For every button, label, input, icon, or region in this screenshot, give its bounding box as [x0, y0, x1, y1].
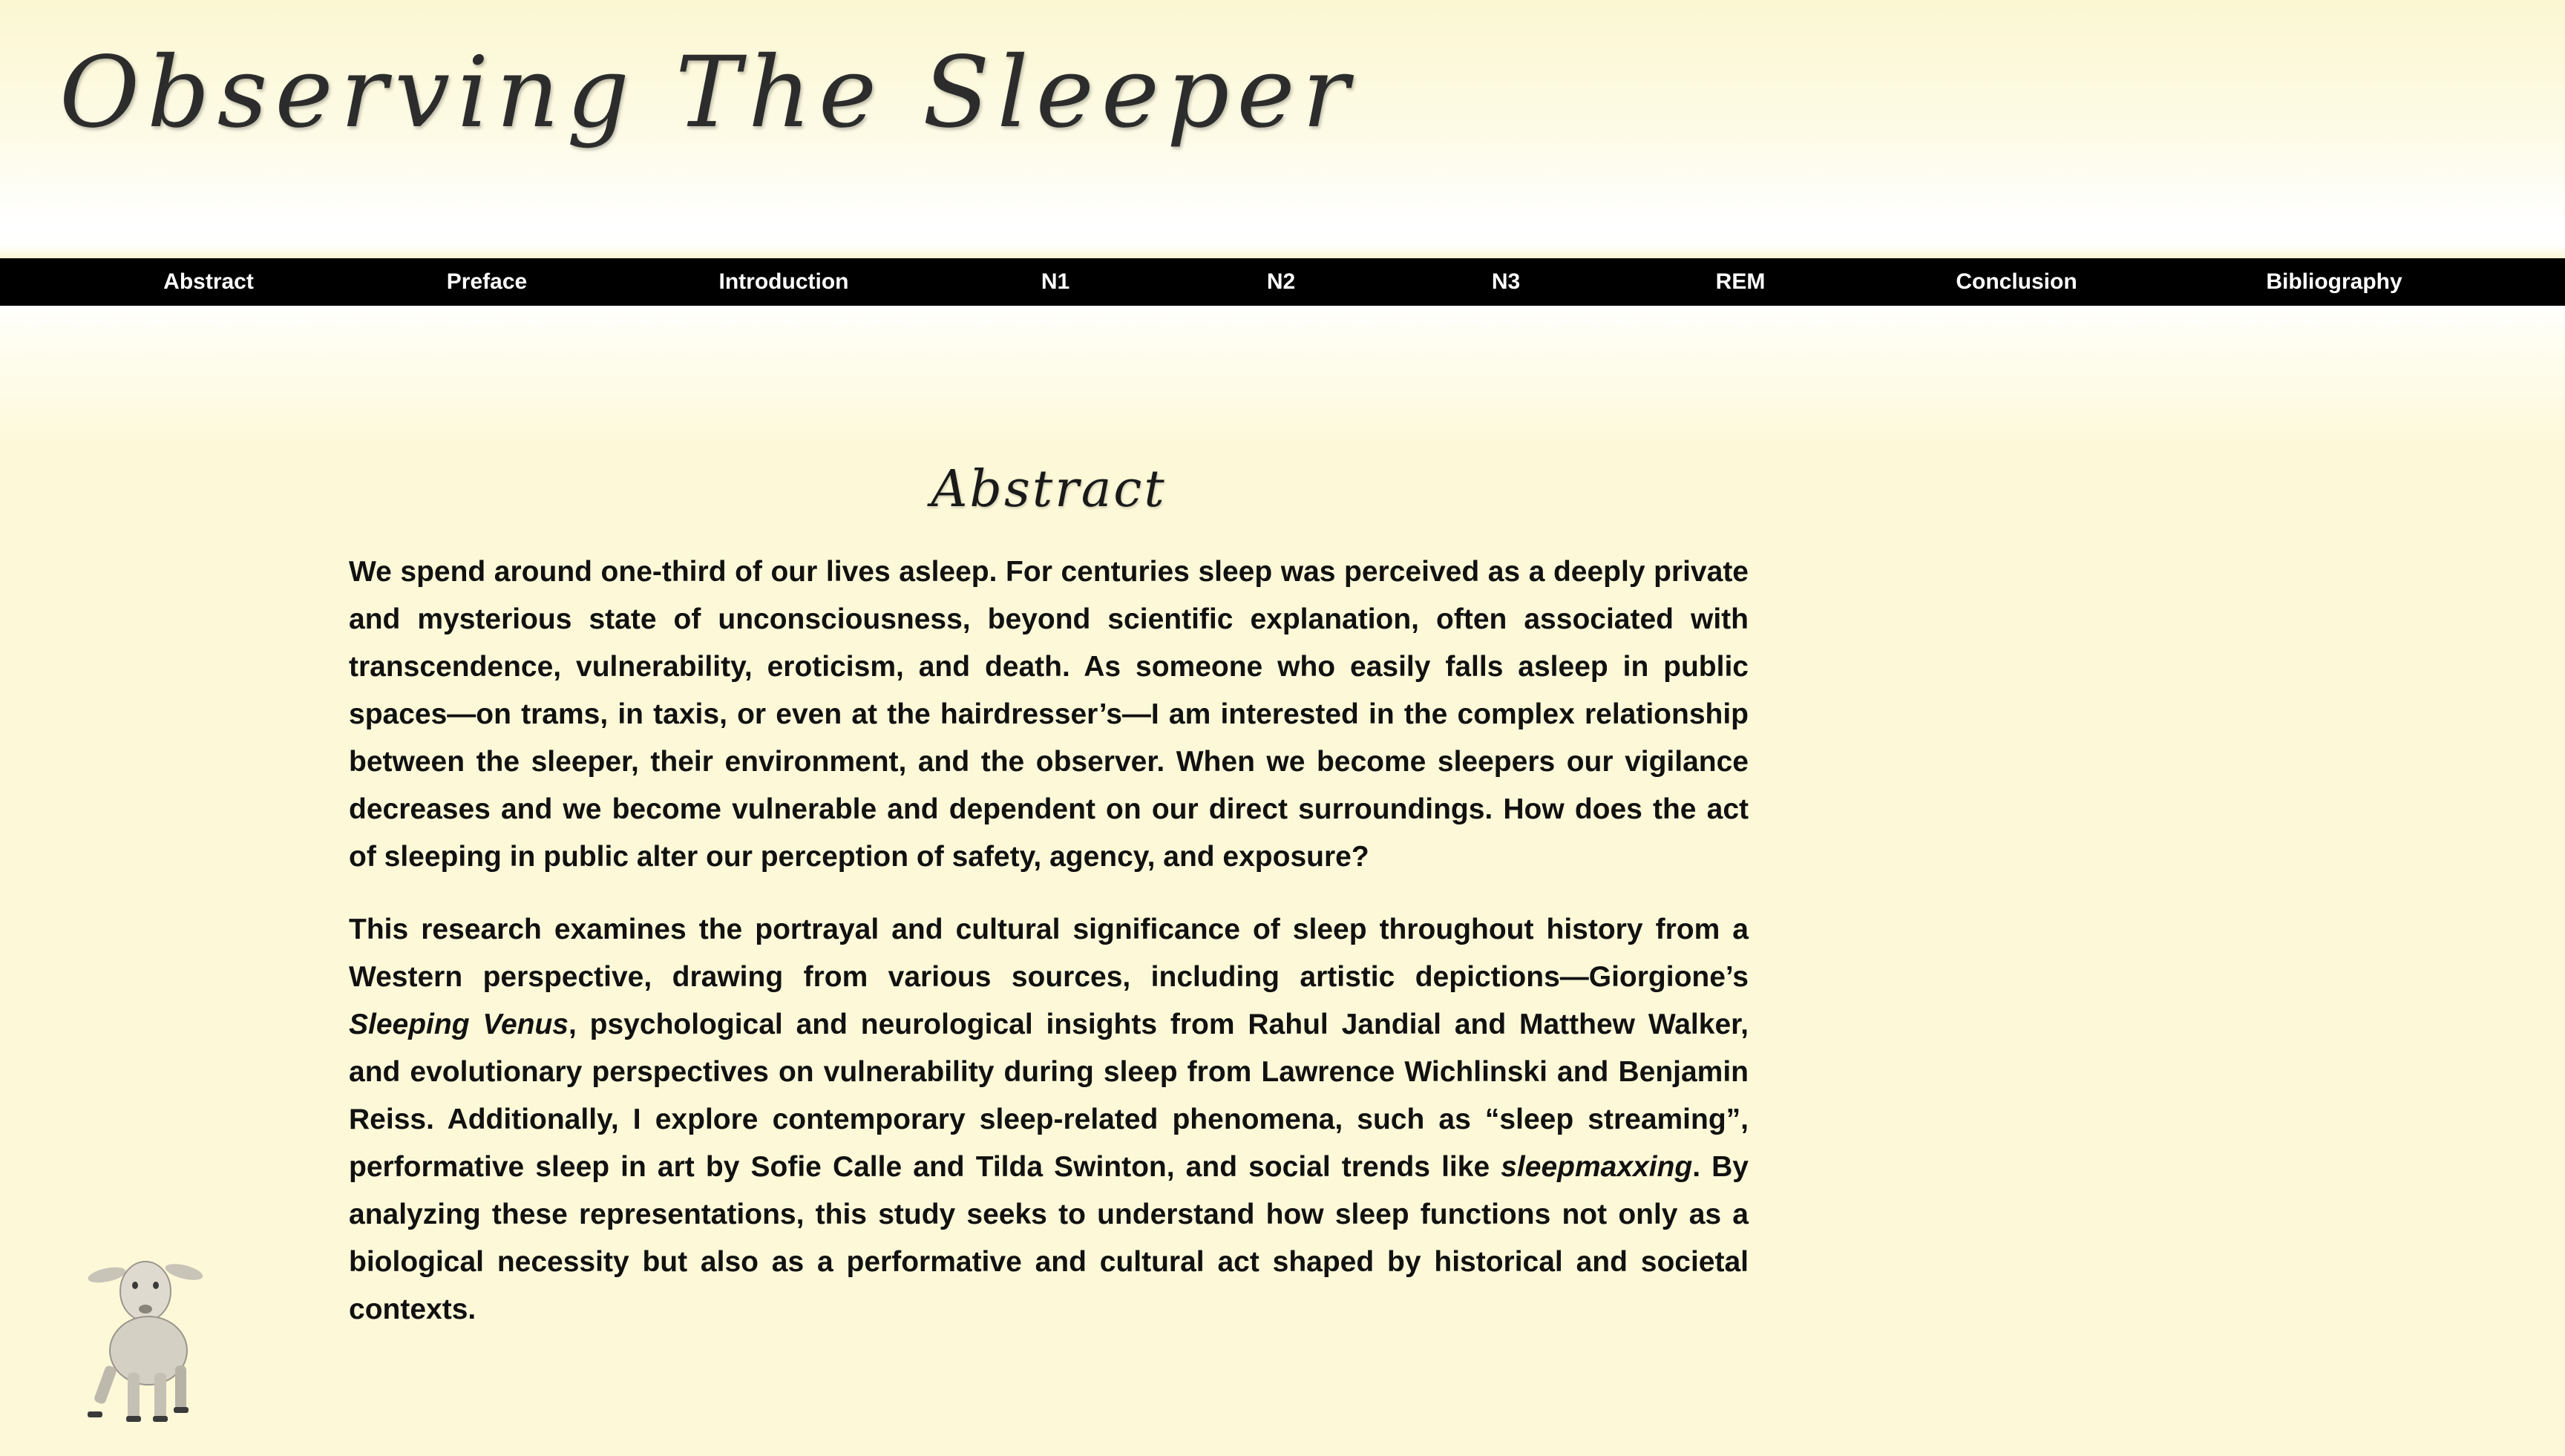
header-band: Observing The Sleeper	[0, 0, 2565, 258]
nav-item-abstract[interactable]: Abstract	[163, 258, 254, 306]
artwork-title: Sleeping Venus	[349, 1009, 569, 1040]
trend-term: sleepmaxxing	[1501, 1151, 1693, 1183]
abstract-paragraph-2: This research examines the portrayal and…	[349, 906, 1749, 1334]
main-content: Abstract We spend around one-third of ou…	[349, 460, 1749, 1359]
nav-item-conclusion[interactable]: Conclusion	[1956, 258, 2077, 306]
paragraph-text: This research examines the portrayal and…	[349, 914, 1749, 993]
nav-item-bibliography[interactable]: Bibliography	[2266, 258, 2402, 306]
main-nav: Abstract Preface Introduction N1 N2 N3 R…	[0, 258, 2565, 306]
nav-item-introduction[interactable]: Introduction	[719, 258, 849, 306]
nav-item-rem[interactable]: REM	[1716, 258, 1766, 306]
nav-glow	[0, 306, 2565, 439]
lamb-icon	[88, 1261, 203, 1422]
site-title: Observing The Sleeper	[59, 36, 1357, 150]
nav-item-n3[interactable]: N3	[1492, 258, 1520, 306]
nav-item-n1[interactable]: N1	[1041, 258, 1069, 306]
abstract-paragraph-1: We spend around one-third of our lives a…	[349, 556, 1749, 873]
nav-item-preface[interactable]: Preface	[447, 258, 527, 306]
section-title: Abstract	[931, 460, 1167, 519]
nav-item-n2[interactable]: N2	[1267, 258, 1295, 306]
